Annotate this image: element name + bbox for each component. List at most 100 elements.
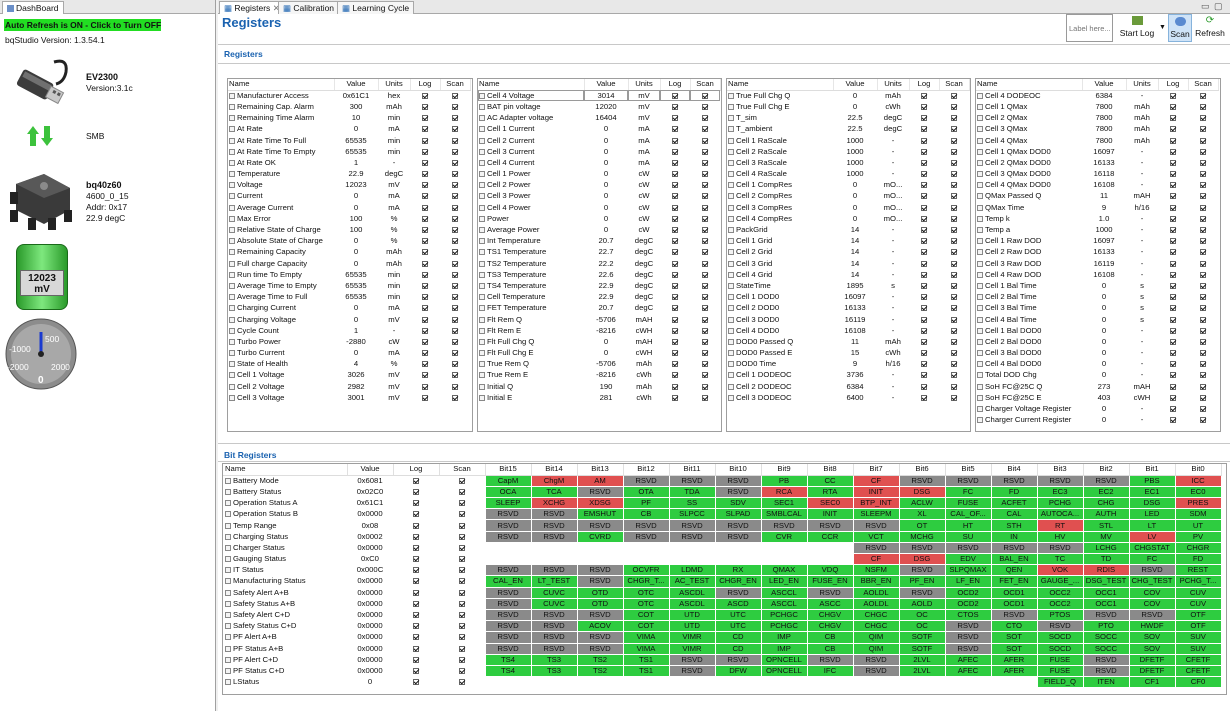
log-checkbox[interactable] (413, 589, 419, 596)
log-checkbox[interactable] (413, 544, 419, 551)
scan-checkbox[interactable] (458, 612, 465, 619)
maximize-icon[interactable]: ▢ (1214, 1, 1223, 12)
bit-register-row[interactable]: LStatus 0 FIELD_Q ITEN CF1 CF0 (223, 676, 1222, 689)
scan-checkbox[interactable] (951, 93, 957, 100)
bit-register-row[interactable]: IT Status 0x000C RSVD RSVD RSVD OCVFR LDMD RX QM… (223, 564, 1222, 577)
register-row[interactable]: At Rate OK 1- (228, 157, 470, 168)
log-checkbox[interactable] (672, 305, 678, 312)
log-checkbox[interactable] (1170, 227, 1176, 234)
scan-checkbox[interactable] (702, 115, 708, 122)
register-row[interactable]: Cell 3 RaScale 1000- (727, 157, 969, 168)
register-row[interactable]: Cycle Count 1- (228, 325, 470, 336)
register-row[interactable]: Cell 3 QMax 7800 mAh (976, 124, 1218, 135)
register-row[interactable]: T_sim 22.5 degC (727, 113, 969, 124)
register-row[interactable]: Relative State of Charge 100% (228, 224, 470, 235)
register-row[interactable]: AC Adapter voltage 16404 mV (478, 113, 720, 124)
register-row[interactable]: Cell 1 DOD0 16097- (727, 292, 969, 303)
scan-checkbox[interactable] (702, 171, 708, 178)
log-checkbox[interactable] (921, 249, 927, 256)
register-row[interactable]: Cell 1 Bal DOD0 0- (976, 325, 1218, 336)
scan-checkbox[interactable] (1200, 271, 1206, 278)
bit-register-row[interactable]: Charger Status 0x0000 RSVD RSVD RSVD RSVD RSVD… (223, 541, 1222, 555)
scan-checkbox[interactable] (702, 182, 708, 189)
log-checkbox[interactable] (672, 227, 678, 234)
register-row[interactable]: Cell 4 QMax DOD0 16108- (976, 180, 1218, 191)
column-header[interactable]: Scan (440, 79, 471, 91)
log-checkbox[interactable] (672, 282, 678, 289)
register-row[interactable]: Cell 4 DODEOC 6384- (976, 90, 1218, 101)
log-checkbox[interactable] (413, 667, 419, 674)
log-checkbox[interactable] (672, 316, 678, 323)
scan-checkbox[interactable] (452, 305, 458, 312)
register-row[interactable]: Cell 1 RaScale 1000- (727, 135, 969, 146)
log-checkbox[interactable] (413, 556, 419, 563)
scan-checkbox[interactable] (458, 679, 465, 686)
scan-checkbox[interactable] (452, 137, 458, 144)
log-checkbox[interactable] (921, 93, 927, 100)
scan-checkbox[interactable] (1200, 115, 1206, 122)
scan-checkbox[interactable] (702, 361, 708, 368)
register-row[interactable]: Charger Current Register 0- (976, 415, 1218, 426)
scan-checkbox[interactable] (702, 316, 708, 323)
scan-checkbox[interactable] (1200, 137, 1206, 144)
log-checkbox[interactable] (422, 227, 428, 234)
scan-checkbox[interactable] (1200, 238, 1206, 245)
scan-checkbox[interactable] (1200, 159, 1206, 166)
log-checkbox[interactable] (1170, 294, 1176, 301)
column-header[interactable]: Name (478, 79, 585, 91)
scan-checkbox[interactable] (702, 93, 708, 100)
log-checkbox[interactable] (422, 294, 428, 301)
register-row[interactable]: Cell 1 QMax 7800 mAh (976, 101, 1218, 112)
register-row[interactable]: StateTime 1895 s (727, 280, 969, 291)
register-row[interactable]: Cell 3 CompRes 0 mO... (727, 202, 969, 213)
log-checkbox[interactable] (422, 148, 428, 155)
log-checkbox[interactable] (921, 271, 927, 278)
scan-checkbox[interactable] (702, 159, 708, 166)
scan-checkbox[interactable] (458, 544, 465, 551)
register-row[interactable]: TS2 Temperature 22.2 degC (478, 258, 720, 269)
register-row[interactable]: Cell Temperature 22.9 degC (478, 292, 720, 303)
scan-checkbox[interactable] (452, 115, 458, 122)
scan-checkbox[interactable] (951, 383, 957, 390)
scan-checkbox[interactable] (951, 159, 957, 166)
log-checkbox[interactable] (1170, 215, 1176, 222)
scan-checkbox[interactable] (1200, 227, 1206, 234)
column-header[interactable]: Bit0 (1175, 464, 1222, 476)
scan-checkbox[interactable] (452, 383, 458, 390)
column-header[interactable]: Scan (939, 79, 970, 91)
scan-checkbox[interactable] (452, 159, 458, 166)
register-row[interactable]: Cell 2 QMax 7800 mAh (976, 113, 1218, 124)
scan-checkbox[interactable] (702, 338, 708, 345)
log-checkbox[interactable] (422, 350, 428, 357)
scan-checkbox[interactable] (452, 394, 458, 401)
log-checkbox[interactable] (1170, 316, 1176, 323)
log-checkbox[interactable] (422, 327, 428, 334)
log-checkbox[interactable] (1170, 249, 1176, 256)
column-header[interactable]: Units (1126, 79, 1159, 91)
register-row[interactable]: Charging Voltage 0 mV (228, 314, 470, 325)
scan-checkbox[interactable] (951, 204, 957, 211)
scan-checkbox[interactable] (702, 271, 708, 278)
register-row[interactable]: Initial E 281 cWh (478, 392, 720, 403)
register-row[interactable]: Charging Current 0 mA (228, 303, 470, 314)
scan-checkbox[interactable] (452, 294, 458, 301)
log-checkbox[interactable] (1170, 204, 1176, 211)
scan-checkbox[interactable] (452, 338, 458, 345)
scan-checkbox[interactable] (951, 227, 957, 234)
bit-register-row[interactable]: PF Status A+B 0x0000 RSVD RSVD RSVD VIMA VIMR C… (223, 642, 1222, 655)
log-checkbox[interactable] (921, 394, 927, 401)
register-row[interactable]: Flt Full Chg E 0 cWH (478, 348, 720, 359)
register-row[interactable]: Cell 1 Current 0 mA (478, 124, 720, 135)
scan-checkbox[interactable] (1200, 350, 1206, 357)
log-checkbox[interactable] (413, 522, 419, 529)
log-checkbox[interactable] (672, 338, 678, 345)
register-row[interactable]: Cell 4 QMax 7800 mAh (976, 135, 1218, 146)
register-row[interactable]: Average Power 0 cW (478, 224, 720, 235)
column-header[interactable]: Bit14 (531, 464, 578, 476)
minimize-icon[interactable]: ▭ (1201, 1, 1210, 12)
log-checkbox[interactable] (921, 338, 927, 345)
column-header[interactable]: Bit10 (715, 464, 762, 476)
scan-checkbox[interactable] (1200, 406, 1206, 413)
bit-register-row[interactable]: Safety Alert C+D 0x0000 RSVD RSVD RSVD COT UTD… (223, 608, 1222, 622)
scan-checkbox[interactable] (951, 394, 957, 401)
